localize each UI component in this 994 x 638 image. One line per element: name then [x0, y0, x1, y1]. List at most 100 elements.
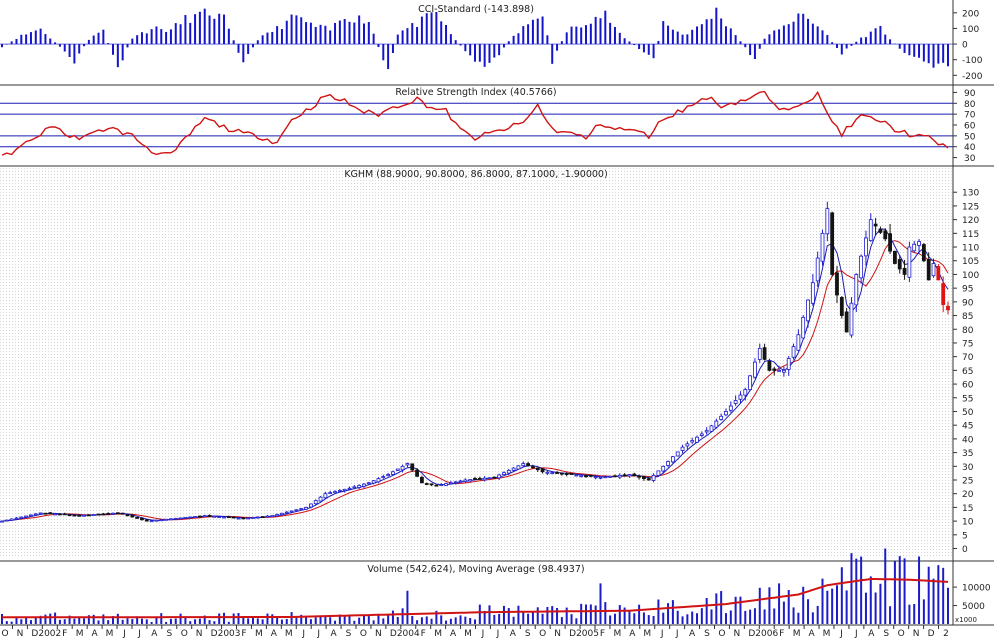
price-candle-body — [4, 519, 9, 522]
price-candle-body — [62, 513, 67, 516]
price-candle-body — [762, 347, 767, 360]
price-candle-body — [241, 517, 246, 520]
x-axis-label: M — [255, 629, 263, 638]
price-candle-body — [33, 513, 38, 516]
price-candle-body — [733, 400, 738, 404]
price-candle-body — [719, 415, 724, 420]
rsi-tick-label: 40 — [964, 143, 976, 153]
price-candle-body — [458, 480, 463, 483]
price-candle-body — [502, 472, 506, 475]
x-axis-label: J — [137, 629, 141, 638]
price-candle-body — [709, 425, 714, 432]
x-axis-label: N — [913, 629, 920, 638]
price-candle-body — [704, 430, 709, 433]
price-tick-label: 105 — [962, 257, 979, 267]
price-candle-body — [144, 519, 149, 522]
x-axis-label: O — [898, 629, 905, 638]
price-candle-body — [535, 467, 540, 471]
price-candle-body — [448, 482, 453, 485]
rsi-line — [1, 90, 949, 156]
price-candle-body — [569, 472, 574, 475]
price-candle-body — [188, 516, 193, 519]
price-tick-label: 125 — [962, 202, 979, 212]
rsi-tick-label: 30 — [964, 154, 976, 164]
price-tick-label: 90 — [962, 298, 974, 308]
price-candle-body — [753, 361, 757, 378]
price-candle-body — [130, 514, 135, 518]
price-candle-body — [690, 440, 695, 443]
price-candle-body — [613, 475, 617, 478]
price-candle-body — [82, 514, 86, 517]
price-tick-label: 120 — [962, 216, 979, 226]
rsi-tick-label: 80 — [964, 100, 976, 110]
x-axis-label: J — [839, 629, 843, 638]
x-axis-label: A — [92, 629, 99, 638]
price-candle-body — [666, 461, 670, 466]
price-candle-body — [318, 496, 323, 502]
price-candle-body — [106, 512, 111, 515]
x-axis-label: S — [525, 629, 531, 638]
price-candle-body — [550, 472, 555, 475]
price-candle-body — [420, 476, 424, 484]
price-candle-body — [936, 266, 941, 281]
x-axis-label: A — [450, 629, 457, 638]
price-candle-body — [424, 483, 429, 485]
x-axis-label: S — [704, 629, 710, 638]
price-candle-body — [468, 479, 473, 482]
price-candle-body — [405, 463, 410, 466]
price-candle-body — [893, 250, 897, 264]
rsi-tick-label: 90 — [964, 89, 976, 99]
x-axis-label: A — [689, 629, 696, 638]
rsi-tick-label: 60 — [964, 122, 976, 132]
price-candle-body — [77, 514, 82, 517]
price-candle-body — [347, 487, 352, 490]
price-candle-body — [921, 244, 926, 262]
x-axis-label: F — [241, 629, 246, 638]
price-candle-body — [627, 474, 632, 477]
price-candle-body — [439, 484, 444, 486]
price-candle-body — [14, 517, 19, 520]
price-candle-body — [333, 491, 337, 494]
price-candle-body — [328, 492, 333, 495]
x-axis-label: 2004 — [397, 629, 420, 638]
x-axis-label: M — [823, 629, 831, 638]
price-candle-body — [757, 348, 762, 360]
price-candle-body — [806, 299, 810, 322]
x-axis-label: M — [643, 629, 651, 638]
x-axis-label: F — [421, 629, 426, 638]
price-candle-body — [854, 274, 859, 306]
price-candle-body — [511, 467, 516, 471]
x-axis-label: J — [481, 629, 485, 638]
price-candle-body — [608, 475, 613, 478]
x-axis-label: O — [539, 629, 546, 638]
price-candle-body — [207, 514, 212, 517]
price-candle-body — [463, 479, 468, 482]
price-tick-label: 25 — [962, 477, 973, 487]
price-candle-body — [400, 465, 405, 471]
x-axis-label: N — [734, 629, 741, 638]
x-axis-label: J — [122, 629, 126, 638]
cci-tick-label: -200 — [962, 72, 983, 82]
price-tick-label: 65 — [962, 367, 973, 377]
price-candle-body — [786, 358, 791, 370]
x-axis-label: S — [346, 629, 352, 638]
price-candle-body — [506, 470, 511, 474]
price-candle-body — [323, 493, 328, 499]
price-candle-body — [714, 420, 719, 428]
price-candle-body — [477, 478, 482, 480]
price-candle-body — [159, 519, 164, 522]
price-candle-body — [149, 520, 154, 523]
price-candle-body — [251, 517, 255, 519]
price-candle-body — [680, 446, 685, 451]
price-candle-body — [289, 510, 294, 513]
price-candle-body — [859, 255, 864, 279]
volume-title: Volume (542,624), Moving Average (98.493… — [367, 564, 584, 575]
price-candle-body — [294, 509, 299, 512]
price-tick-label: 95 — [962, 285, 973, 295]
price-candle-body — [473, 478, 477, 480]
price-candle-body — [917, 241, 921, 246]
price-panel: KGHM (88.9000, 90.8000, 86.8000, 87.1000… — [0, 165, 994, 558]
price-tick-label: 5 — [962, 531, 968, 541]
volume-y-axis: 10000 5000 — [953, 584, 991, 612]
x-axis-label: D — [31, 629, 38, 638]
